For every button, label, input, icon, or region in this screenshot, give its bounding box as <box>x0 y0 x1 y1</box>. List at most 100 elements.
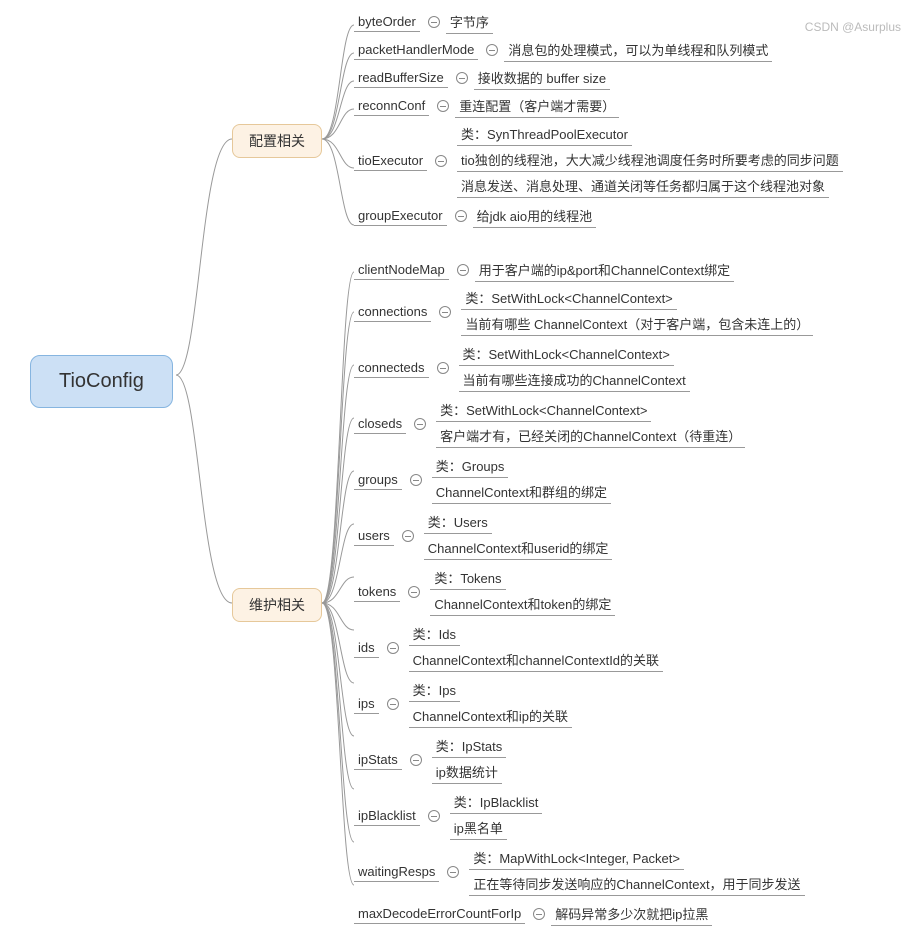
collapse-icon[interactable] <box>387 698 399 710</box>
collapse-icon[interactable] <box>428 16 440 28</box>
node-desc: 类：IpStats <box>432 734 506 758</box>
maintain-group: clientNodeMap 用于客户端的ip&port和ChannelConte… <box>354 258 813 930</box>
node-desc: 客户端才有，已经关闭的ChannelContext（待重连） <box>436 424 745 448</box>
node-desc: 用于客户端的ip&port和ChannelContext绑定 <box>475 258 734 282</box>
node-children: 类：SetWithLock<ChannelContext> 客户端才有，已经关闭… <box>436 398 745 450</box>
node-groups[interactable]: groups 类：Groups ChannelContext和群组的绑定 <box>354 454 813 506</box>
node-children: 类：IpStats ip数据统计 <box>432 734 506 786</box>
node-desc: 字节序 <box>446 10 493 34</box>
node-label: connections <box>354 302 431 322</box>
node-desc: 类：SetWithLock<ChannelContext> <box>459 342 674 366</box>
node-maxDecodeErrorCountForIp[interactable]: maxDecodeErrorCountForIp 解码异常多少次就把ip拉黑 <box>354 902 813 926</box>
collapse-icon[interactable] <box>402 530 414 542</box>
collapse-icon[interactable] <box>435 155 447 167</box>
node-label: ipStats <box>354 750 402 770</box>
branch-maintain[interactable]: 维护相关 <box>232 588 322 622</box>
node-label: readBufferSize <box>354 68 448 88</box>
collapse-icon[interactable] <box>447 866 459 878</box>
node-label: packetHandlerMode <box>354 40 478 60</box>
branch-config[interactable]: 配置相关 <box>232 124 322 158</box>
node-packetHandlerMode[interactable]: packetHandlerMode 消息包的处理模式，可以为单线程和队列模式 <box>354 38 843 62</box>
collapse-icon[interactable] <box>428 810 440 822</box>
node-ips[interactable]: ips 类：Ips ChannelContext和ip的关联 <box>354 678 813 730</box>
node-label: reconnConf <box>354 96 429 116</box>
node-ipBlacklist[interactable]: ipBlacklist 类：IpBlacklist ip黑名单 <box>354 790 813 842</box>
node-children: 类：Groups ChannelContext和群组的绑定 <box>432 454 611 506</box>
collapse-icon[interactable] <box>410 754 422 766</box>
collapse-icon[interactable] <box>437 362 449 374</box>
node-label: clientNodeMap <box>354 260 449 280</box>
node-desc: 类：Users <box>424 510 492 534</box>
node-desc: 接收数据的 buffer size <box>474 66 610 90</box>
node-label: ids <box>354 638 379 658</box>
node-desc: 重连配置（客户端才需要） <box>455 94 619 118</box>
root-node[interactable]: TioConfig <box>30 355 173 408</box>
node-label: ips <box>354 694 379 714</box>
node-desc: 类：Ids <box>409 622 460 646</box>
node-readBufferSize[interactable]: readBufferSize 接收数据的 buffer size <box>354 66 843 90</box>
node-desc: ip黑名单 <box>450 816 507 840</box>
node-label: byteOrder <box>354 12 420 32</box>
node-children: 类：SetWithLock<ChannelContext> 当前有哪些连接成功的… <box>459 342 690 394</box>
node-desc: 解码异常多少次就把ip拉黑 <box>551 902 712 926</box>
node-desc: ChannelContext和userid的绑定 <box>424 536 613 560</box>
node-desc: 类：Ips <box>409 678 460 702</box>
node-desc: 当前有哪些连接成功的ChannelContext <box>459 368 690 392</box>
node-desc: ChannelContext和群组的绑定 <box>432 480 611 504</box>
node-desc: 类：SynThreadPoolExecutor <box>457 122 632 146</box>
node-byteOrder[interactable]: byteOrder 字节序 <box>354 10 843 34</box>
node-children: 类：SetWithLock<ChannelContext> 当前有哪些 Chan… <box>461 286 813 338</box>
collapse-icon[interactable] <box>457 264 469 276</box>
node-desc: tio独创的线程池，大大减少线程池调度任务时所要考虑的同步问题 <box>457 148 843 172</box>
collapse-icon[interactable] <box>437 100 449 112</box>
node-label: ipBlacklist <box>354 806 420 826</box>
node-desc: 类：Groups <box>432 454 509 478</box>
config-group: byteOrder 字节序 packetHandlerMode 消息包的处理模式… <box>354 10 843 232</box>
node-desc: 消息发送、消息处理、通道关闭等任务都归属于这个线程池对象 <box>457 174 829 198</box>
node-desc: ip数据统计 <box>432 760 502 784</box>
collapse-icon[interactable] <box>439 306 451 318</box>
node-connecteds[interactable]: connecteds 类：SetWithLock<ChannelContext>… <box>354 342 813 394</box>
node-desc: 类：SetWithLock<ChannelContext> <box>436 398 651 422</box>
node-children: 类：SynThreadPoolExecutor tio独创的线程池，大大减少线程… <box>457 122 843 200</box>
node-desc: ChannelContext和ip的关联 <box>409 704 572 728</box>
collapse-icon[interactable] <box>533 908 545 920</box>
node-desc: 类：Tokens <box>430 566 505 590</box>
node-desc: 类：SetWithLock<ChannelContext> <box>461 286 676 310</box>
node-ids[interactable]: ids 类：Ids ChannelContext和channelContextI… <box>354 622 813 674</box>
watermark: CSDN @Asurplus <box>805 20 901 34</box>
collapse-icon[interactable] <box>486 44 498 56</box>
collapse-icon[interactable] <box>455 210 467 222</box>
node-tioExecutor[interactable]: tioExecutor 类：SynThreadPoolExecutor tio独… <box>354 122 843 200</box>
collapse-icon[interactable] <box>414 418 426 430</box>
node-children: 类：MapWithLock<Integer, Packet> 正在等待同步发送响… <box>469 846 804 898</box>
node-tokens[interactable]: tokens 类：Tokens ChannelContext和token的绑定 <box>354 566 813 618</box>
collapse-icon[interactable] <box>410 474 422 486</box>
node-children: 类：Users ChannelContext和userid的绑定 <box>424 510 613 562</box>
node-children: 类：IpBlacklist ip黑名单 <box>450 790 543 842</box>
node-desc: 正在等待同步发送响应的ChannelContext，用于同步发送 <box>469 872 804 896</box>
node-label: connecteds <box>354 358 429 378</box>
collapse-icon[interactable] <box>456 72 468 84</box>
node-ipStats[interactable]: ipStats 类：IpStats ip数据统计 <box>354 734 813 786</box>
node-desc: 给jdk aio用的线程池 <box>473 204 597 228</box>
node-children: 类：Tokens ChannelContext和token的绑定 <box>430 566 615 618</box>
node-label: waitingResps <box>354 862 439 882</box>
node-desc: ChannelContext和channelContextId的关联 <box>409 648 663 672</box>
node-label: groups <box>354 470 402 490</box>
node-label: maxDecodeErrorCountForIp <box>354 904 525 924</box>
node-waitingResps[interactable]: waitingResps 类：MapWithLock<Integer, Pack… <box>354 846 813 898</box>
node-label: users <box>354 526 394 546</box>
collapse-icon[interactable] <box>408 586 420 598</box>
node-reconnConf[interactable]: reconnConf 重连配置（客户端才需要） <box>354 94 843 118</box>
node-groupExecutor[interactable]: groupExecutor 给jdk aio用的线程池 <box>354 204 843 228</box>
node-users[interactable]: users 类：Users ChannelContext和userid的绑定 <box>354 510 813 562</box>
node-closeds[interactable]: closeds 类：SetWithLock<ChannelContext> 客户… <box>354 398 813 450</box>
node-desc: 类：MapWithLock<Integer, Packet> <box>469 846 684 870</box>
node-children: 类：Ids ChannelContext和channelContextId的关联 <box>409 622 663 674</box>
node-connections[interactable]: connections 类：SetWithLock<ChannelContext… <box>354 286 813 338</box>
node-label: tioExecutor <box>354 151 427 171</box>
node-clientNodeMap[interactable]: clientNodeMap 用于客户端的ip&port和ChannelConte… <box>354 258 813 282</box>
collapse-icon[interactable] <box>387 642 399 654</box>
node-children: 类：Ips ChannelContext和ip的关联 <box>409 678 572 730</box>
